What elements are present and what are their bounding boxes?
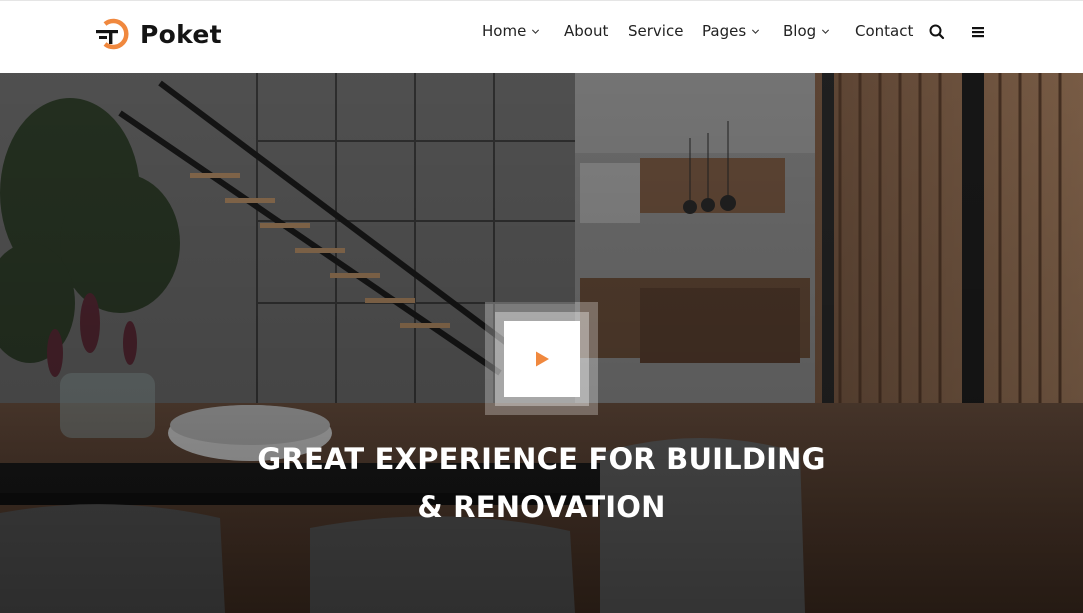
site-header: Poket Home About Service Pages Blog Cont… [0,0,1083,73]
nav-item-contact[interactable]: Contact [855,22,913,40]
nav-item-pages[interactable]: Pages [702,22,760,40]
nav-item-blog[interactable]: Blog [783,22,830,40]
nav-item-label: Pages [702,22,747,40]
nav-item-about[interactable]: About [564,22,608,40]
chevron-down-icon [752,29,760,34]
nav-item-label: Service [628,22,684,40]
nav-item-label: Blog [783,22,817,40]
nav-item-label: About [564,22,609,40]
chevron-down-icon [532,29,540,34]
video-play-button[interactable] [485,302,598,415]
nav-item-label: Contact [855,22,914,40]
nav-item-home[interactable]: Home [482,22,540,40]
menu-icon[interactable] [969,23,987,41]
hero-section: GREAT EXPERIENCE FOR BUILDING & RENOVATI… [0,73,1083,613]
nav-item-service[interactable]: Service [628,22,683,40]
play-button-ring [494,311,589,406]
brand-logo[interactable]: Poket [95,18,222,50]
chevron-down-icon [822,29,830,34]
brand-name: Poket [140,19,222,49]
search-icon[interactable] [928,23,946,41]
play-icon [535,351,549,366]
hero-headline-line-1: GREAT EXPERIENCE FOR BUILDING [257,442,826,476]
logo-icon [96,18,129,50]
play-button-inner [503,320,580,397]
nav-item-label: Home [482,22,527,40]
hero-headline: GREAT EXPERIENCE FOR BUILDING & RENOVATI… [0,435,1083,531]
hero-headline-line-2: & RENOVATION [417,490,666,524]
